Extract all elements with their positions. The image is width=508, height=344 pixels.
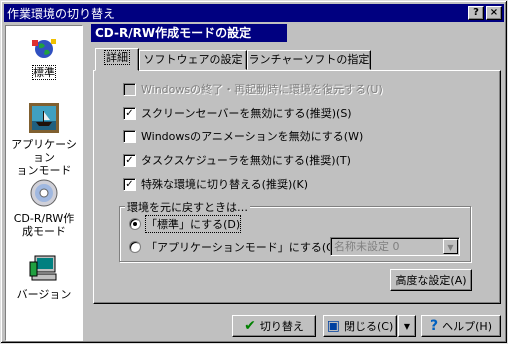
switch-button[interactable]: ✔ 切り替え (232, 315, 316, 337)
tab-details[interactable]: 詳細 (95, 48, 139, 71)
tab-label: ソフトウェアの設定 (143, 53, 243, 66)
exit-door-icon: ▣ (326, 318, 340, 334)
button-label: 閉じる(C) (343, 320, 394, 333)
sidebar-item-standard[interactable]: 標準 (6, 36, 82, 80)
button-label: 切り替え (259, 320, 304, 333)
application-mode-select[interactable]: 名称未設定 0 ▼ (330, 237, 460, 256)
tab-label: ランチャーソフトの指定 (248, 53, 370, 66)
button-label: ヘルプ(H) (442, 320, 492, 333)
tab-launcher-software[interactable]: ランチャーソフトの指定 (247, 50, 371, 70)
window-title: 作業環境の切り替え (7, 6, 116, 21)
question-mark-icon: ? (430, 318, 439, 334)
sidebar-item-label: CD-R/RW作 成モード (13, 212, 75, 238)
checkbox-label: タスクスケジューラを無効にする(推奨)(T) (141, 154, 351, 167)
advanced-settings-button[interactable]: 高度な設定(A) (390, 269, 472, 291)
radio-label: 「標準」にする(D) (144, 215, 242, 233)
tab-label: 詳細 (104, 50, 130, 65)
cd-disc-icon (30, 179, 58, 207)
sidebar-item-cdrw[interactable]: CD-R/RW作 成モード (6, 178, 82, 238)
checkmark-icon: ✓ (123, 177, 136, 191)
special-environment-checkbox[interactable]: ✓ 特殊な環境に切り替える(推奨)(K) (123, 177, 308, 191)
disable-screensaver-checkbox[interactable]: ✓ スクリーンセーバーを無効にする(推奨)(S) (123, 106, 352, 120)
checkmark-icon: ✓ (123, 153, 136, 167)
checkbox-label: Windowsの終了・再起動時に環境を復元する(U) (141, 83, 383, 96)
tab-software-settings[interactable]: ソフトウェアの設定 (139, 50, 247, 70)
help-button[interactable]: ? ヘルプ(H) (421, 315, 501, 337)
disable-animation-checkbox[interactable]: Windowsのアニメーションを無効にする(W) (123, 129, 363, 143)
checkbox-label: Windowsのアニメーションを無効にする(W) (141, 130, 364, 143)
restore-group-legend: 環境を元に戻すときは… (125, 199, 250, 215)
globe-icon (32, 39, 56, 58)
checkbox-label: スクリーンセーバーを無効にする(推奨)(S) (141, 107, 352, 120)
restore-application-radio[interactable]: 「アプリケーションモード」にする(G) (129, 240, 339, 254)
sidebar-item-label: バージョン (16, 288, 72, 301)
main-window: 作業環境の切り替え ? × 標準 アプリケーション ョンモード CD-R/RW作… (0, 0, 508, 344)
checkmark-icon: ✓ (123, 106, 136, 120)
checkmark-icon: ✔ (244, 318, 256, 334)
select-value: 名称未設定 0 (334, 240, 400, 253)
close-button[interactable]: ▣ 閉じる(C) (323, 315, 397, 337)
ship-painting-icon (29, 103, 59, 133)
button-label: 高度な設定(A) (395, 274, 467, 287)
radio-unselected-icon (129, 241, 141, 253)
checkbox-label: 特殊な環境に切り替える(推奨)(K) (141, 178, 309, 191)
close-title-button[interactable]: × (486, 6, 502, 20)
sidebar-item-application[interactable]: アプリケーション ョンモード (6, 102, 82, 177)
sidebar-item-version[interactable]: バージョン (6, 254, 82, 301)
title-bar: 作業環境の切り替え ? × (4, 4, 504, 22)
sidebar-item-label: 標準 (32, 65, 56, 80)
restore-standard-radio[interactable]: 「標準」にする(D) (129, 215, 242, 233)
checkbox-box (123, 82, 136, 96)
computer-version-icon (29, 255, 57, 281)
page-title: CD-R/RW作成モードの設定 (91, 24, 287, 42)
disable-task-scheduler-checkbox[interactable]: ✓ タスクスケジューラを無効にする(推奨)(T) (123, 153, 351, 167)
checkbox-box (123, 129, 136, 143)
close-menu-dropdown-button[interactable]: ▼ (398, 315, 416, 337)
mode-sidebar: 標準 アプリケーション ョンモード CD-R/RW作 成モード バージョン (5, 25, 83, 341)
restore-on-shutdown-checkbox[interactable]: Windowsの終了・再起動時に環境を復元する(U) (123, 82, 383, 96)
help-title-button[interactable]: ? (468, 6, 484, 20)
radio-selected-icon (129, 218, 141, 230)
dropdown-arrow-icon[interactable]: ▼ (443, 239, 458, 254)
radio-label: 「アプリケーションモード」にする(G) (146, 241, 339, 254)
chevron-down-icon: ▼ (403, 321, 411, 331)
sidebar-item-label: アプリケーション ョンモード (11, 138, 77, 177)
